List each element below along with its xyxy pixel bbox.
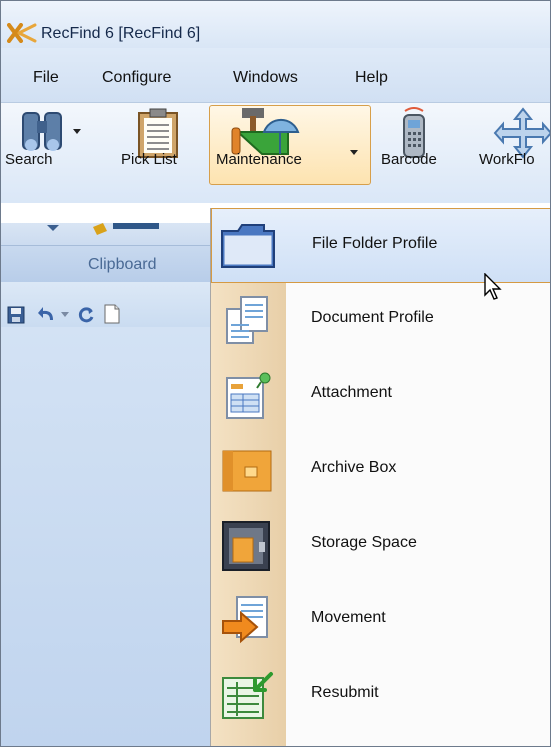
dropdown-item-label: Attachment (311, 384, 392, 401)
workflow-button-label: WorkFlo (479, 151, 535, 168)
dropdown-item-file-folder-profile[interactable]: File Folder Profile (211, 208, 550, 283)
barcode-button[interactable]: Barcode (375, 105, 457, 185)
new-document-icon[interactable] (103, 304, 121, 324)
clipboard-group-label-bar: Clipboard (1, 245, 213, 282)
clipboard-group-label: Clipboard (88, 256, 157, 273)
app-window: RecFind 6 [RecFind 6] File Configure Win… (0, 0, 551, 747)
format-painter-icon (47, 223, 159, 235)
menu-windows[interactable]: Windows (233, 69, 298, 87)
maintenance-button-label: Maintenance (216, 151, 302, 168)
search-button[interactable]: Search (5, 105, 93, 185)
dropdown-item-archive-box[interactable]: Archive Box (211, 433, 550, 508)
dropdown-item-attachment[interactable]: Attachment (211, 358, 550, 433)
dropdown-item-label: Movement (311, 609, 386, 626)
dropdown-item-label: Document Profile (311, 309, 434, 326)
binoculars-icon (22, 112, 62, 151)
dropdown-item-label: Archive Box (311, 459, 397, 476)
search-button-label: Search (5, 151, 53, 168)
workflow-button[interactable]: WorkFlo (477, 105, 550, 185)
dropdown-item-resubmit[interactable]: Resubmit (211, 658, 550, 733)
dropdown-item-movement[interactable]: Movement (211, 583, 550, 658)
quick-access-toolbar (1, 282, 213, 327)
movement-icon (222, 596, 268, 644)
pick-list-button-label: Pick List (121, 151, 177, 168)
dropdown-item-storage-space[interactable]: Storage Space (211, 508, 550, 583)
menu-help[interactable]: Help (355, 69, 388, 87)
dropdown-item-label: File Folder Profile (312, 235, 438, 252)
save-icon[interactable] (7, 306, 25, 324)
archive-box-icon (222, 450, 272, 492)
attachment-icon (226, 372, 271, 419)
recfind-logo-icon (7, 23, 37, 43)
dropdown-item-label: Resubmit (311, 684, 379, 701)
dropdown-item-label: Storage Space (311, 534, 417, 551)
refresh-icon[interactable] (77, 306, 95, 324)
undo-icon[interactable] (37, 306, 57, 324)
mouse-pointer-icon (484, 273, 502, 300)
window-title: RecFind 6 [RecFind 6] (41, 25, 201, 42)
search-dropdown-arrow-icon[interactable] (73, 129, 81, 134)
resubmit-icon (222, 672, 273, 719)
barcode-button-label: Barcode (381, 151, 437, 168)
storage-space-icon (222, 521, 270, 571)
undo-dropdown-icon[interactable] (61, 312, 69, 318)
document-profile-icon (226, 296, 268, 344)
maintenance-dropdown-arrow-icon[interactable] (350, 150, 358, 155)
menu-configure[interactable]: Configure (102, 69, 171, 87)
menu-file[interactable]: File (33, 69, 59, 87)
navigation-panel (1, 327, 213, 746)
pick-list-button[interactable]: Pick List (117, 105, 205, 185)
folder-icon (221, 224, 275, 268)
maintenance-button[interactable]: Maintenance (209, 105, 371, 185)
